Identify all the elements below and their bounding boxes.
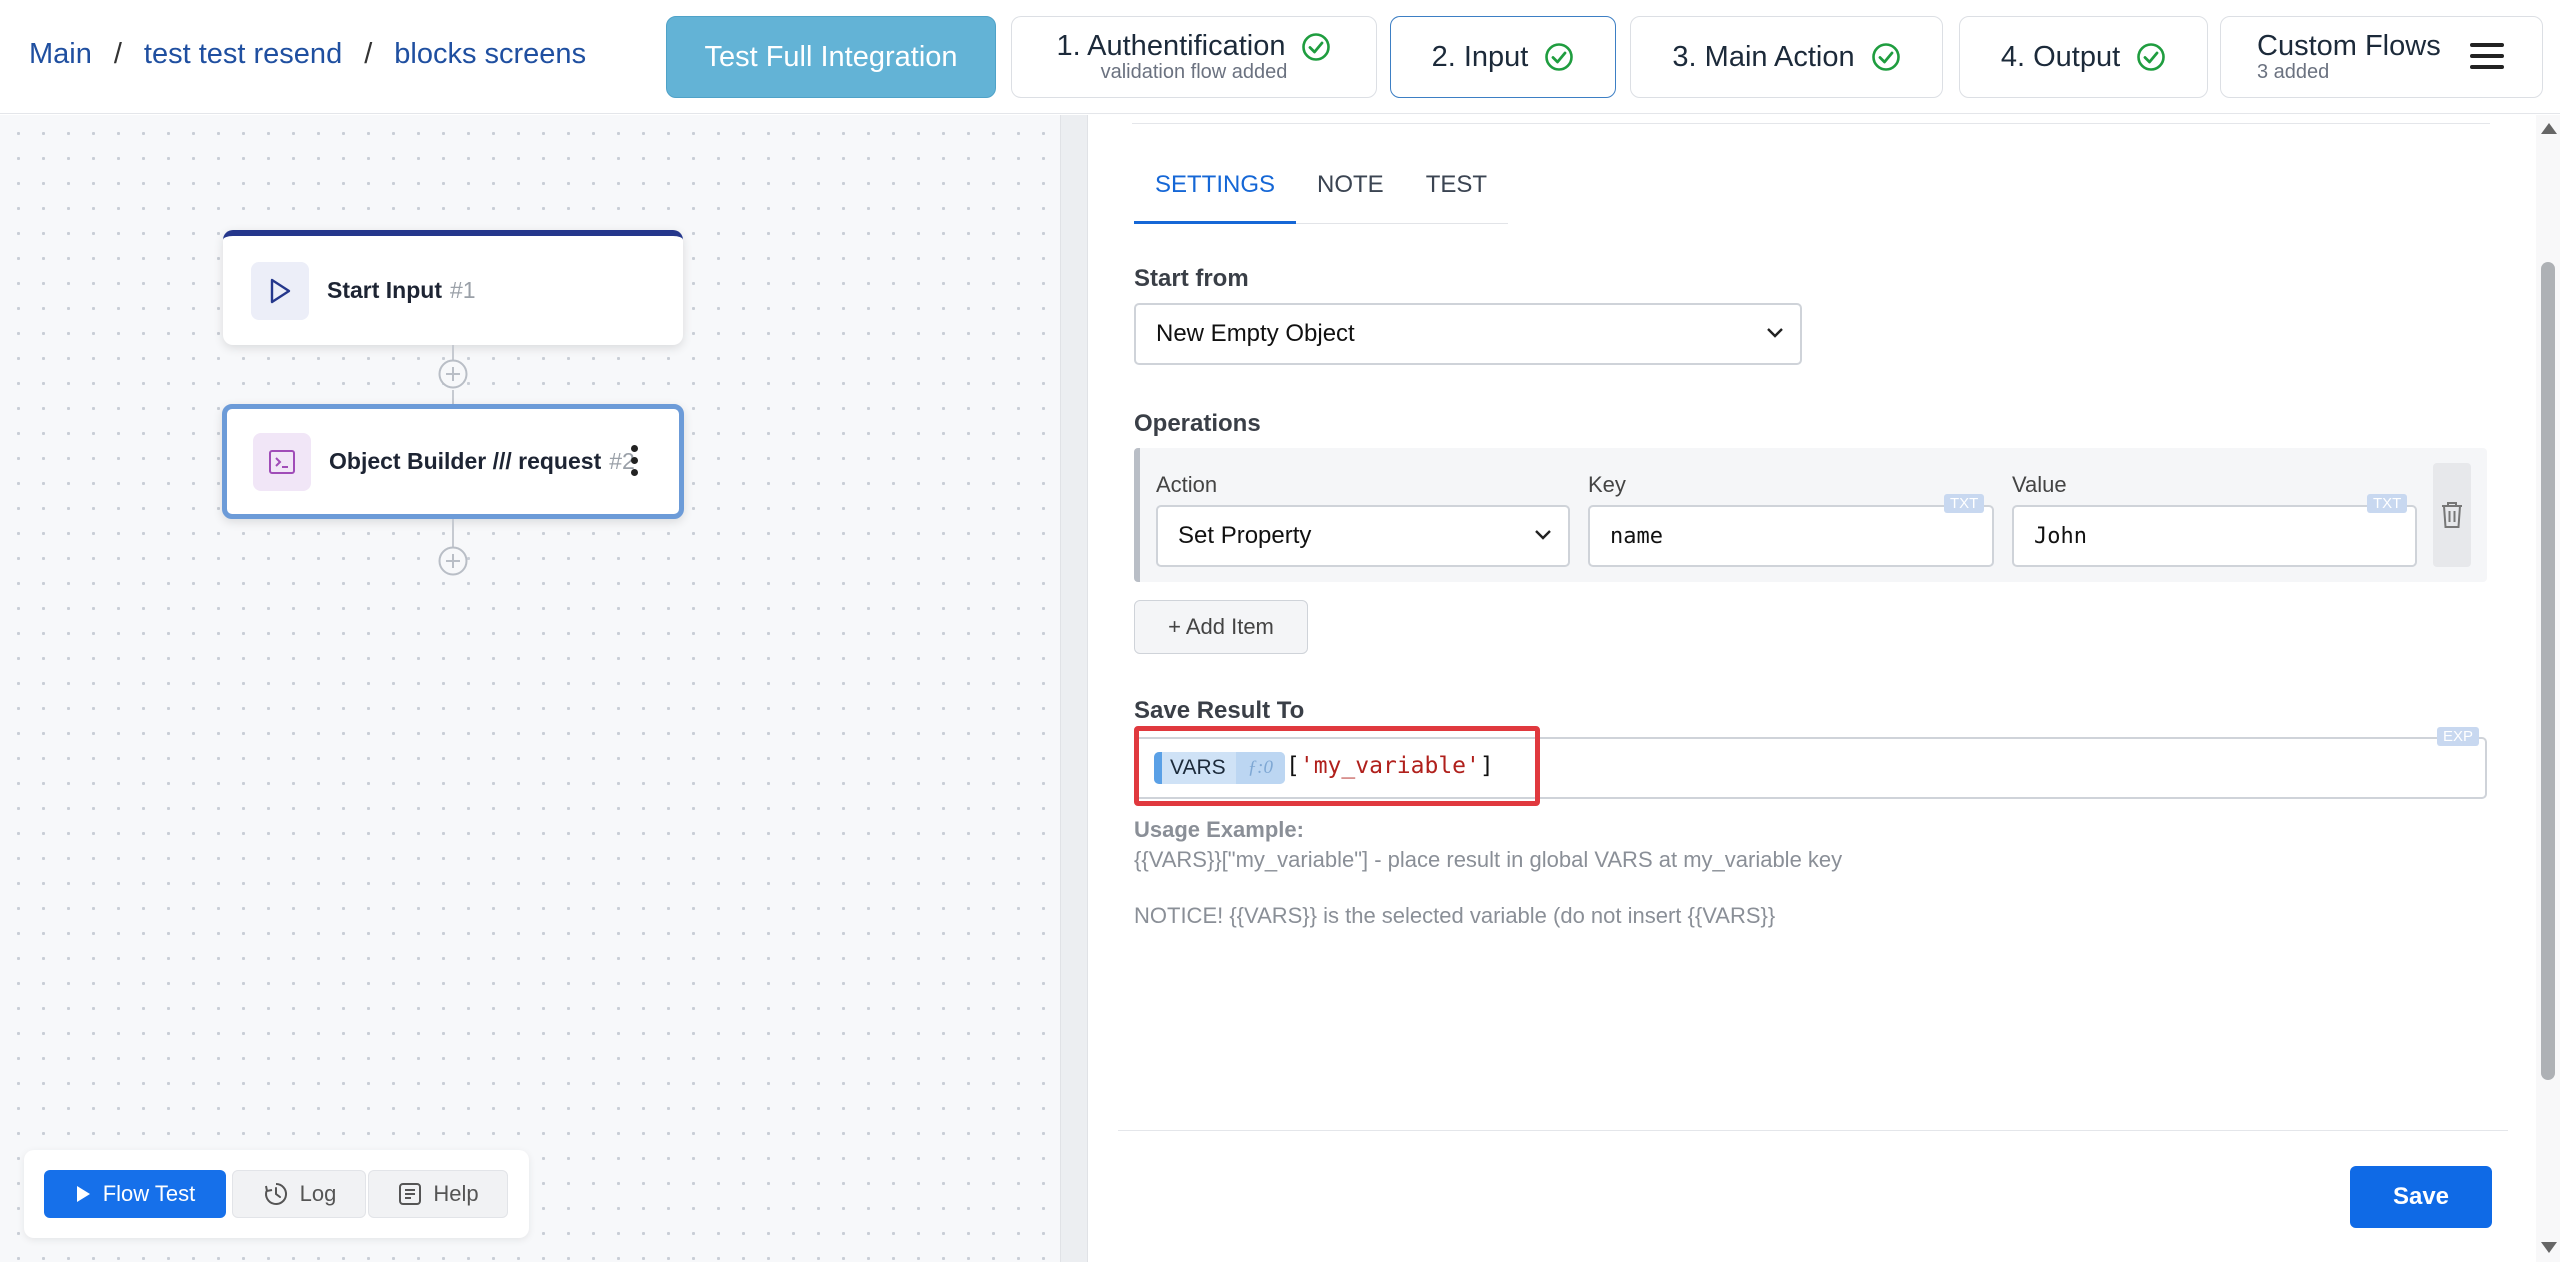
txt-type-badge[interactable]: TXT: [1944, 494, 1985, 513]
usage-example-line: {{VARS}}["my_variable"] - place result i…: [1134, 847, 1843, 872]
operations-label: Operations: [1134, 410, 1261, 437]
save-result-label: Save Result To: [1134, 697, 1305, 724]
value-value: John: [2034, 523, 2087, 549]
start-from-value: New Empty Object: [1156, 320, 1355, 347]
scroll-down-arrow-icon[interactable]: [2541, 1242, 2557, 1253]
add-node-plus-icon[interactable]: [437, 358, 469, 390]
tab-settings[interactable]: SETTINGS: [1134, 165, 1297, 224]
variable-index: ƒ:0: [1235, 752, 1285, 784]
scroll-up-arrow-icon[interactable]: [2541, 123, 2557, 134]
check-icon: [1302, 32, 1331, 61]
kebab-menu-icon[interactable]: [631, 445, 639, 476]
action-select[interactable]: Set Property: [1156, 505, 1570, 567]
vars-variable-chip[interactable]: VARS ƒ:0: [1154, 752, 1285, 784]
value-column-label: Value: [2012, 472, 2067, 497]
step-tab-label: 2. Input: [1431, 40, 1529, 73]
block-settings-panel: [1089, 115, 2535, 1262]
flow-node-start-input[interactable]: Start Input #1: [223, 230, 683, 345]
breadcrumb-current[interactable]: blocks screens: [394, 38, 586, 71]
breadcrumb-main[interactable]: Main: [29, 38, 92, 71]
top-header: Main / test test resend / blocks screens…: [0, 0, 2560, 114]
breadcrumb-separator: /: [364, 38, 373, 70]
breadcrumb-project[interactable]: test test resend: [144, 38, 342, 71]
flow-test-label: Flow Test: [102, 1181, 196, 1206]
tab-note[interactable]: NOTE: [1296, 165, 1405, 223]
breadcrumb-separator: /: [113, 38, 122, 70]
node-connector: [452, 519, 454, 547]
delete-operation-button[interactable]: [2433, 463, 2471, 567]
play-icon: [76, 1186, 90, 1202]
chevron-down-icon: [1535, 530, 1551, 540]
node-number: #1: [450, 277, 476, 303]
chevron-down-icon: [1767, 328, 1783, 338]
step-tab-label: 1. Authentification: [1056, 30, 1286, 62]
help-button[interactable]: Help: [368, 1170, 508, 1218]
step-tab-label: Custom Flows: [2257, 30, 2441, 62]
start-from-label: Start from: [1134, 265, 1249, 292]
play-icon: [251, 261, 309, 320]
panel-splitter[interactable]: [1060, 115, 1088, 1262]
history-icon: [264, 1182, 287, 1205]
action-value: Set Property: [1178, 522, 1312, 549]
expression-text: ['my_variable']: [1286, 753, 1494, 779]
divider: [1132, 123, 2490, 124]
add-item-button[interactable]: + Add Item: [1134, 600, 1308, 654]
test-full-integration-label: Test Full Integration: [704, 40, 958, 73]
divider: [1118, 1130, 2508, 1131]
add-node-plus-icon[interactable]: [437, 545, 469, 577]
help-doc-icon: [399, 1183, 422, 1205]
step-tab-output[interactable]: 4. Output: [1959, 16, 2208, 98]
exp-type-badge[interactable]: EXP: [2437, 727, 2480, 746]
expression-bracket: [: [1286, 753, 1300, 779]
expression-key: 'my_variable': [1299, 753, 1480, 779]
save-button[interactable]: Save: [2350, 1166, 2492, 1228]
breadcrumb: Main / test test resend / blocks screens: [29, 38, 586, 71]
step-tab-label: 3. Main Action: [1672, 40, 1855, 73]
key-column-label: Key: [1588, 472, 1626, 497]
tab-test[interactable]: TEST: [1405, 165, 1508, 223]
value-input[interactable]: John: [2012, 505, 2417, 567]
usage-example-title: Usage Example:: [1134, 817, 1304, 842]
test-full-integration-button[interactable]: Test Full Integration: [666, 16, 996, 98]
step-tab-label: 4. Output: [2000, 40, 2121, 73]
step-tab-sublabel: validation flow added: [1100, 61, 1288, 83]
expression-bracket: ]: [1479, 753, 1494, 779]
usage-notice-line: NOTICE! {{VARS}} is the selected variabl…: [1134, 903, 1776, 928]
node-title: Object Builder /// request: [329, 448, 602, 474]
hamburger-icon[interactable]: [2470, 43, 2504, 71]
start-from-select[interactable]: New Empty Object: [1134, 303, 1802, 365]
step-tab-input[interactable]: 2. Input: [1390, 16, 1616, 98]
step-tab-authentification[interactable]: 1. Authentification validation flow adde…: [1011, 16, 1377, 98]
canvas-toolbar: Flow Test Log Help: [24, 1150, 529, 1238]
scrollbar-thumb[interactable]: [2541, 262, 2555, 1080]
log-button[interactable]: Log: [232, 1170, 366, 1218]
step-tab-main-action[interactable]: 3. Main Action: [1630, 16, 1943, 98]
trash-icon: [2442, 502, 2462, 528]
key-value: name: [1610, 523, 1663, 549]
node-connector: [452, 390, 454, 404]
check-icon: [1545, 43, 1574, 71]
check-icon: [1871, 43, 1900, 71]
help-label: Help: [433, 1181, 479, 1206]
log-label: Log: [299, 1181, 337, 1206]
settings-tabs: SETTINGS NOTE TEST: [1134, 165, 1509, 224]
variable-name: VARS: [1170, 756, 1226, 779]
txt-type-badge[interactable]: TXT: [2367, 494, 2408, 513]
flow-node-object-builder[interactable]: Object Builder /// request #2: [222, 404, 684, 519]
step-tab-custom-flows[interactable]: Custom Flows 3 added: [2220, 16, 2543, 98]
action-column-label: Action: [1156, 472, 1218, 497]
terminal-icon: [253, 432, 311, 491]
check-icon: [2137, 43, 2165, 71]
flow-test-button[interactable]: Flow Test: [44, 1170, 226, 1218]
node-title: Start Input: [327, 277, 442, 303]
chip-accent-bar: [1154, 752, 1162, 784]
key-input[interactable]: name: [1588, 505, 1994, 567]
